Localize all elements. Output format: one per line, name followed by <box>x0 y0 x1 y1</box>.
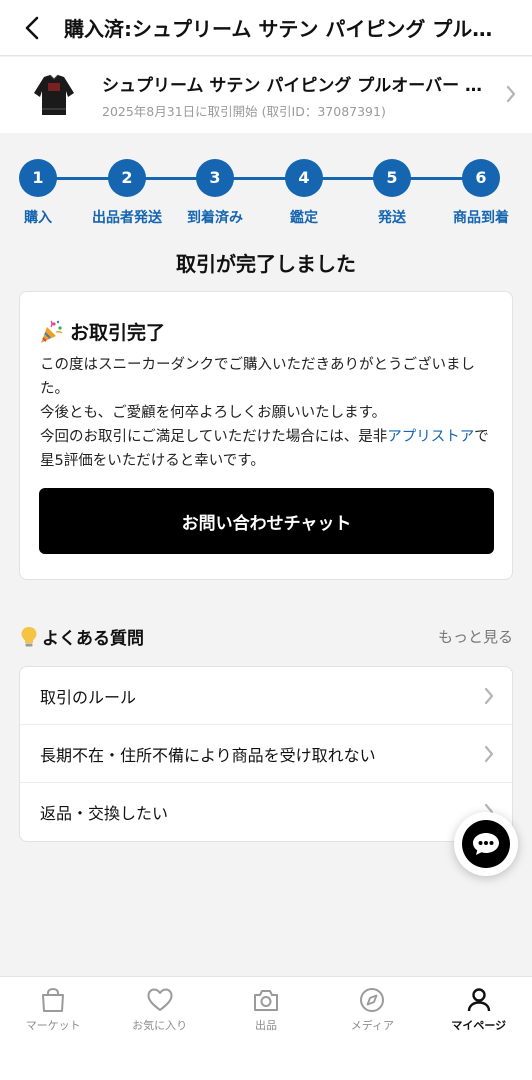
heart-icon <box>147 988 173 1011</box>
completion-card: お取引完了 この度はスニーカーダンクでご購入いただきありがとうございました。 今… <box>19 291 513 580</box>
step-number: 5 <box>373 159 411 197</box>
card-title: お取引完了 <box>70 322 166 344</box>
transaction-meta: 2025年8月31日に取引開始 (取引ID：37087391) <box>102 103 386 119</box>
product-name: シュプリーム サテン パイピング プルオーバー ジャケット <box>102 75 492 96</box>
tab-label: マイページ <box>451 1019 507 1032</box>
step-shipping: 5 発送 <box>352 159 432 227</box>
product-summary[interactable]: シュプリーム サテン パイピング プルオーバー ジャケット 2025年8月31日… <box>0 57 532 133</box>
chevron-right-icon <box>484 745 494 763</box>
step-authentication: 4 鑑定 <box>264 159 344 227</box>
faq-title: よくある質問 <box>42 629 144 649</box>
step-number: 6 <box>462 159 500 197</box>
faq-list: 取引のルール 長期不在・住所不備により商品を受け取れない 返品・交換したい <box>19 666 513 842</box>
faq-item-cannot-receive[interactable]: 長期不在・住所不備により商品を受け取れない <box>20 725 512 783</box>
progress-steps: 1 購入 2 出品者発送 3 到着済み 4 鑑定 5 発送 6 商品到着 <box>0 133 532 243</box>
page-title: 購入済:シュプリーム サテン パイピング プルオーバー ジャケット <box>64 17 510 41</box>
tab-media[interactable]: メディア <box>319 977 425 1080</box>
faq-item-rules[interactable]: 取引のルール <box>20 667 512 725</box>
faq-item-return-exchange[interactable]: 返品・交換したい <box>20 783 512 841</box>
chevron-right-icon <box>506 85 516 103</box>
tab-market[interactable]: マーケット <box>0 977 106 1080</box>
step-seller-shipping: 2 出品者発送 <box>87 159 167 227</box>
product-thumbnail <box>26 67 82 123</box>
card-message: この度はスニーカーダンクでご購入いただきありがとうございました。 今後とも、ご愛… <box>40 353 494 473</box>
contact-chat-button[interactable]: お問い合わせチャット <box>39 488 494 554</box>
party-popper-icon <box>41 320 63 343</box>
step-label: 購入 <box>24 210 52 226</box>
step-number: 2 <box>108 159 146 197</box>
step-number: 3 <box>196 159 234 197</box>
tab-label: メディア <box>350 1019 394 1032</box>
status-title: 取引が完了しました <box>176 252 356 276</box>
person-icon <box>467 988 490 1012</box>
step-label: 発送 <box>378 210 406 226</box>
faq-item-label: 取引のルール <box>40 687 137 707</box>
bottom-tab-bar: マーケット お気に入り 出品 メディア マイページ <box>0 976 532 1080</box>
message-regards: 今後とも、ご愛顧を何卒よろしくお願いいたします。 <box>40 405 387 421</box>
chevron-left-icon <box>25 16 39 39</box>
compass-icon <box>360 988 385 1012</box>
step-number: 4 <box>285 159 323 197</box>
tab-label: マーケット <box>25 1019 81 1032</box>
app-store-link[interactable]: アプリストア <box>387 429 474 445</box>
step-arrived: 3 到着済み <box>175 159 255 227</box>
tab-my-page[interactable]: マイページ <box>426 977 532 1080</box>
faq-header: よくある質問 もっと見る <box>20 624 513 649</box>
back-button[interactable] <box>0 0 64 56</box>
lightbulb-icon <box>21 626 37 646</box>
tab-sell[interactable]: 出品 <box>213 977 319 1080</box>
step-number: 1 <box>19 159 57 197</box>
camera-icon <box>253 990 278 1011</box>
step-label: 到着済み <box>187 210 243 226</box>
chevron-right-icon <box>484 687 494 705</box>
chat-bubble-icon <box>473 833 499 855</box>
message-thanks: この度はスニーカーダンクでご購入いただきありがとうございました。 <box>40 357 475 397</box>
top-bar: 購入済:シュプリーム サテン パイピング プルオーバー ジャケット <box>0 0 532 56</box>
floating-chat-button[interactable] <box>454 812 518 876</box>
tab-favorites[interactable]: お気に入り <box>106 977 212 1080</box>
faq-item-label: 長期不在・住所不備により商品を受け取れない <box>40 745 376 765</box>
tab-label: お気に入り <box>132 1019 188 1032</box>
message-review-text: 今回のお取引にご満足していただけた場合には、是非 <box>40 429 388 445</box>
step-label: 鑑定 <box>290 210 318 226</box>
see-more-link[interactable]: もっと見る <box>438 626 513 647</box>
step-delivered: 6 商品到着 <box>441 159 521 227</box>
faq-item-label: 返品・交換したい <box>40 804 169 823</box>
step-label: 商品到着 <box>453 210 509 226</box>
tab-label: 出品 <box>254 1019 277 1032</box>
step-label: 出品者発送 <box>92 210 162 226</box>
message-review: 今回のお取引にご満足していただけた場合には、是非アプリストアで星5評価をいただけ… <box>40 425 494 473</box>
bag-icon <box>42 987 65 1012</box>
step-purchase: 1 購入 <box>0 159 78 227</box>
